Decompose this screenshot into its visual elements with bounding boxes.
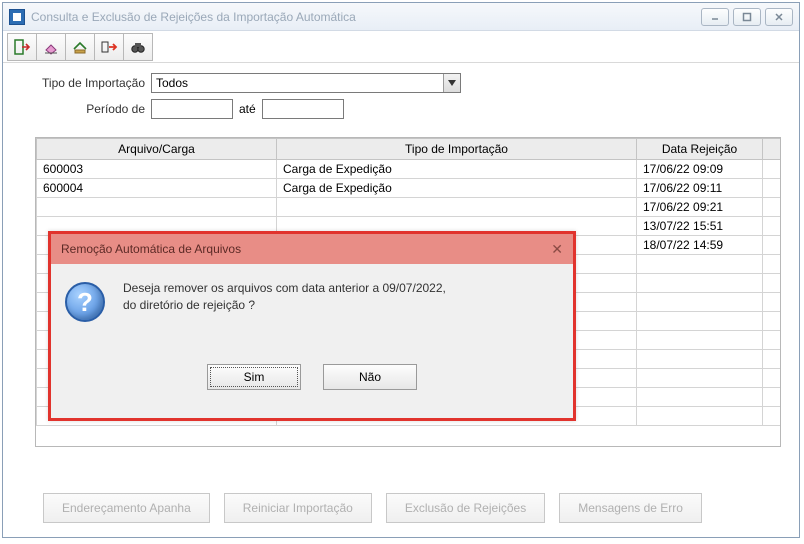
ate-label: até	[239, 102, 256, 116]
cell-data: 17/06/22 09:21	[637, 198, 763, 217]
mensagens-button[interactable]: Mensagens de Erro	[559, 493, 702, 523]
tipo-combo-value: Todos	[156, 76, 188, 90]
dialog-line1: Deseja remover os arquivos com data ante…	[123, 280, 446, 297]
cell-end	[763, 388, 781, 407]
cell-data: 17/06/22 09:09	[637, 160, 763, 179]
cell-end	[763, 331, 781, 350]
cell-end	[763, 293, 781, 312]
cell-tipo: Carga de Expedição	[277, 160, 637, 179]
periodo-label: Período de	[21, 102, 151, 116]
cell-data: 13/07/22 15:51	[637, 217, 763, 236]
cell-data: 17/06/22 09:11	[637, 179, 763, 198]
window-title: Consulta e Exclusão de Rejeições da Impo…	[31, 10, 356, 24]
dialog-line2: do diretório de rejeição ?	[123, 297, 446, 314]
cell-arquivo: 600004	[37, 179, 277, 198]
cell-data	[637, 369, 763, 388]
reiniciar-button[interactable]: Reiniciar Importação	[224, 493, 372, 523]
question-icon: ?	[65, 282, 105, 322]
tipo-label: Tipo de Importação	[21, 76, 151, 90]
cell-data: 18/07/22 14:59	[637, 236, 763, 255]
table-row[interactable]: 600003Carga de Expedição17/06/22 09:09	[37, 160, 781, 179]
cell-data	[637, 331, 763, 350]
confirm-dialog: Remoção Automática de Arquivos ✕ ? Desej…	[48, 231, 576, 421]
filter-form: Tipo de Importação Todos Período de até	[3, 63, 799, 131]
cell-arquivo	[37, 198, 277, 217]
binoculars-icon[interactable]	[123, 33, 153, 61]
cell-end	[763, 407, 781, 426]
col-data-header[interactable]: Data Rejeição	[637, 139, 763, 160]
cell-data	[637, 255, 763, 274]
table-row[interactable]: 17/06/22 09:21	[37, 198, 781, 217]
exit-icon[interactable]	[7, 33, 37, 61]
cell-end	[763, 160, 781, 179]
eraser-icon[interactable]	[36, 33, 66, 61]
exclusao-button[interactable]: Exclusão de Rejeições	[386, 493, 545, 523]
main-window: Consulta e Exclusão de Rejeições da Impo…	[2, 2, 800, 538]
footer-buttons: Endereçamento Apanha Reiniciar Importaçã…	[43, 493, 702, 523]
enderecamento-button[interactable]: Endereçamento Apanha	[43, 493, 210, 523]
cell-tipo: Carga de Expedição	[277, 179, 637, 198]
save-icon[interactable]	[65, 33, 95, 61]
app-icon	[9, 9, 25, 25]
cell-arquivo: 600003	[37, 160, 277, 179]
maximize-button[interactable]	[733, 8, 761, 26]
cell-tipo	[277, 198, 637, 217]
cell-data	[637, 293, 763, 312]
cell-data	[637, 350, 763, 369]
chevron-down-icon[interactable]	[443, 74, 460, 92]
cell-end	[763, 198, 781, 217]
col-end-header	[763, 139, 781, 160]
titlebar: Consulta e Exclusão de Rejeições da Impo…	[3, 3, 799, 31]
cell-end	[763, 236, 781, 255]
cell-end	[763, 217, 781, 236]
col-arquivo-header[interactable]: Arquivo/Carga	[37, 139, 277, 160]
minimize-button[interactable]	[701, 8, 729, 26]
cell-data	[637, 388, 763, 407]
tipo-combo[interactable]: Todos	[151, 73, 461, 93]
periodo-to-input[interactable]	[262, 99, 344, 119]
export-icon[interactable]	[94, 33, 124, 61]
cell-end	[763, 369, 781, 388]
cell-end	[763, 312, 781, 331]
dialog-yes-button[interactable]: Sim	[207, 364, 301, 390]
cell-end	[763, 274, 781, 293]
cell-data	[637, 274, 763, 293]
cell-end	[763, 255, 781, 274]
cell-end	[763, 179, 781, 198]
toolbar	[3, 31, 799, 63]
cell-data	[637, 312, 763, 331]
cell-end	[763, 350, 781, 369]
periodo-from-input[interactable]	[151, 99, 233, 119]
dialog-title: Remoção Automática de Arquivos	[61, 242, 241, 256]
col-tipo-header[interactable]: Tipo de Importação	[277, 139, 637, 160]
dialog-close-icon[interactable]: ✕	[551, 241, 563, 258]
cell-data	[637, 407, 763, 426]
dialog-no-button[interactable]: Não	[323, 364, 417, 390]
close-button[interactable]	[765, 8, 793, 26]
table-row[interactable]: 600004Carga de Expedição17/06/22 09:11	[37, 179, 781, 198]
